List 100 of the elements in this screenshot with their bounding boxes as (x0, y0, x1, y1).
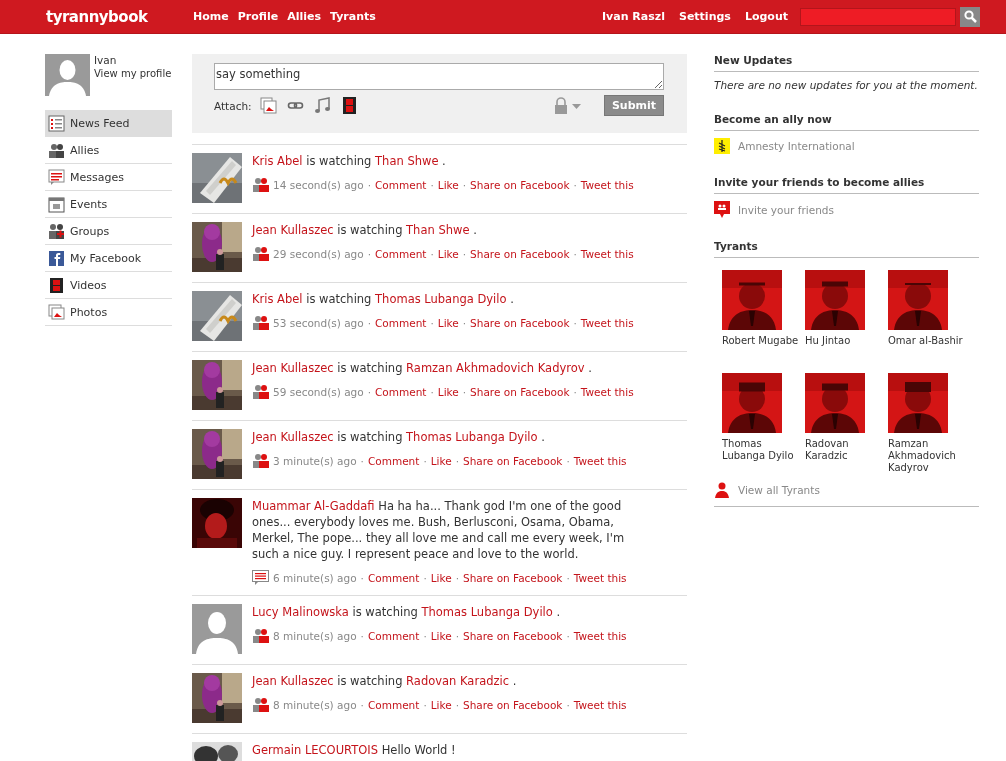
author-link[interactable]: Kris Abel (252, 292, 303, 306)
photo-icon[interactable] (259, 97, 277, 114)
action-link[interactable]: Like (430, 571, 452, 584)
separator: · (462, 178, 467, 191)
author-link[interactable]: Jean Kullaszec (252, 674, 334, 688)
author-link[interactable]: Muammar Al-Gaddafi (252, 499, 375, 513)
user-link[interactable]: Settings (678, 10, 731, 23)
action-link[interactable]: Like (437, 316, 459, 329)
tyrant-link[interactable]: Radovan Karadzic (406, 674, 510, 688)
action-link[interactable]: Tweet this (580, 316, 634, 329)
separator: · (423, 454, 427, 467)
tyrant-name[interactable]: Radovan Karadzic (805, 438, 888, 462)
invite-link[interactable]: Invite your friends (738, 203, 834, 216)
author-link[interactable]: Jean Kullaszec (252, 361, 334, 375)
action-link[interactable]: Share on Facebook (463, 571, 563, 584)
author-link[interactable]: Kris Abel (252, 154, 303, 168)
author-link[interactable]: Lucy Malinowska (252, 605, 349, 619)
sidebar-label: Photos (70, 305, 108, 319)
nav-link[interactable]: Home (193, 10, 229, 23)
action-link[interactable]: Share on Facebook (470, 247, 570, 260)
post-field[interactable]: say something (214, 63, 664, 90)
author-link[interactable]: Germain LECOURTOIS (252, 743, 378, 757)
action-link[interactable]: Like (430, 454, 452, 467)
action-link[interactable]: Comment (367, 571, 420, 584)
facebook-icon (48, 249, 65, 267)
action-link[interactable]: Tweet this (580, 178, 634, 191)
candle-icon (714, 138, 730, 154)
action-link[interactable]: Tweet this (573, 454, 627, 467)
action-link[interactable]: Comment (375, 178, 427, 191)
sidebar-item[interactable]: My Facebook (45, 245, 172, 272)
separator: · (455, 629, 459, 642)
action-link[interactable]: Tweet this (573, 629, 627, 642)
search-button[interactable] (960, 6, 980, 27)
logo[interactable]: tyrannybook (46, 7, 193, 26)
action-link[interactable]: Tweet this (573, 571, 627, 584)
action-link[interactable]: Like (430, 698, 452, 711)
action-link[interactable]: Share on Facebook (463, 698, 563, 711)
tyrant-name[interactable]: Omar al-Bashir (888, 335, 971, 347)
sidebar-item[interactable]: Groups (45, 218, 172, 245)
action-link[interactable]: Comment (375, 385, 427, 398)
action-link[interactable]: Comment (367, 629, 420, 642)
action-link[interactable]: Comment (367, 454, 420, 467)
tyrant-link[interactable]: Thomas Lubanga Dyilo (375, 292, 507, 306)
separator: · (367, 178, 371, 191)
nav-link[interactable]: Tyrants (329, 10, 376, 23)
music-icon[interactable] (313, 97, 331, 114)
action-link[interactable]: Comment (375, 316, 427, 329)
tyrant-link[interactable]: Than Shwe (406, 223, 470, 237)
separator: · (367, 385, 371, 398)
sidebar-item[interactable]: Events (45, 191, 172, 218)
user-link[interactable]: Logout (744, 10, 788, 23)
action-link[interactable]: Share on Facebook (470, 178, 570, 191)
sidebar-item[interactable]: Videos (45, 272, 172, 299)
user-link[interactable]: Ivan Raszl (602, 10, 665, 23)
action-link[interactable]: Tweet this (580, 385, 634, 398)
nav-link[interactable]: Allies (287, 10, 321, 23)
action-link[interactable]: Like (430, 629, 452, 642)
groups-icon (48, 222, 65, 240)
sidebar-item[interactable]: Photos (45, 299, 172, 326)
action-link[interactable]: Share on Facebook (470, 316, 570, 329)
updates-message: There are no new updates for you at the moment. (714, 79, 979, 91)
tyrant-name[interactable]: Robert Mugabe (722, 335, 805, 347)
user-name: Ivan (94, 54, 118, 66)
action-link[interactable]: Share on Facebook (463, 454, 563, 467)
tyrant-link[interactable]: Ramzan Akhmadovich Kadyrov (406, 361, 585, 375)
action-link[interactable]: Like (437, 385, 459, 398)
ally-link[interactable]: Amnesty International (738, 140, 855, 152)
search-field[interactable] (800, 7, 956, 26)
tyrant-name[interactable]: Hu Jintao (805, 335, 888, 347)
view-all-link[interactable]: View all Tyrants (738, 484, 820, 496)
feed-entry-text: Kris Abel is watching Thomas Lubanga Dyilo . (252, 291, 515, 307)
tyrant-link[interactable]: Thomas Lubanga Dyilo (421, 605, 553, 619)
tyrant-name[interactable]: Thomas Lubanga Dyilo (722, 438, 805, 462)
timestamp: 3 minute(s) ago (273, 454, 357, 467)
allies-icon (252, 315, 269, 330)
sidebar-item[interactable]: News Feed (45, 110, 172, 137)
person-icon (714, 482, 730, 498)
action-link[interactable]: Like (437, 178, 459, 191)
action-link[interactable]: Comment (375, 247, 427, 260)
sidebar-item[interactable]: Allies (45, 137, 172, 164)
action-link[interactable]: Tweet this (580, 247, 634, 260)
action-link[interactable]: Tweet this (573, 698, 627, 711)
submit-button[interactable]: Submit (604, 95, 664, 116)
profile-link[interactable]: View my profile (94, 68, 172, 79)
nav-link[interactable]: Profile (237, 10, 279, 23)
action-link[interactable]: Share on Facebook (463, 629, 563, 642)
action-link[interactable]: Share on Facebook (470, 385, 570, 398)
videos-icon (48, 276, 65, 294)
author-link[interactable]: Jean Kullaszec (252, 223, 334, 237)
film-icon[interactable] (340, 97, 358, 114)
separator: · (360, 629, 364, 642)
tyrant-name[interactable]: Ramzan Akhmadovich Kadyrov (888, 438, 971, 474)
action-link[interactable]: Like (437, 247, 459, 260)
tyrant-link[interactable]: Thomas Lubanga Dyilo (406, 430, 538, 444)
separator: · (367, 316, 371, 329)
action-link[interactable]: Comment (367, 698, 420, 711)
tyrant-link[interactable]: Than Shwe (375, 154, 439, 168)
author-link[interactable]: Jean Kullaszec (252, 430, 334, 444)
section-title: Tyrants (714, 240, 979, 258)
sidebar-item[interactable]: Messages (45, 164, 172, 191)
